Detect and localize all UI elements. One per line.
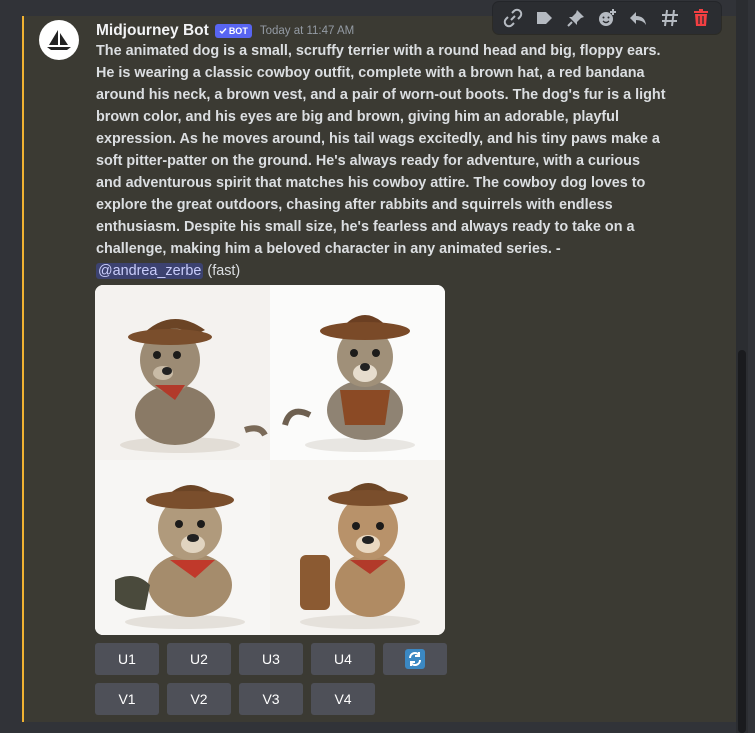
mention-line: @andrea_zerbe (fast) [96, 260, 696, 282]
timestamp[interactable]: Today at 11:47 AM [260, 25, 354, 37]
message-actions-toolbar [493, 2, 721, 34]
avatar[interactable] [39, 20, 79, 60]
bot-badge: BOT [214, 24, 252, 38]
tag-button[interactable] [533, 7, 555, 29]
delete-button[interactable] [690, 7, 712, 29]
delete-icon [694, 9, 709, 26]
message-header: Midjourney Bot BOT Today at 11:47 AM [96, 21, 354, 41]
speed-label: (fast) [207, 263, 241, 279]
variation-3-button[interactable]: V3 [239, 683, 303, 715]
verified-check-icon [219, 28, 227, 35]
pin-button[interactable] [565, 7, 587, 29]
content-line: He is wearing a classic cowboy outfit, c… [96, 65, 645, 81]
message-content: The animated dog is a small, scruffy ter… [96, 40, 696, 282]
upscale-3-button[interactable]: U3 [239, 643, 303, 675]
content-line: soft pitter-patter on the ground. He's a… [96, 153, 640, 169]
reply-icon [630, 12, 647, 25]
cowboy-dog-illustration [282, 315, 415, 452]
content-line: expression. As he moves around, his tail… [96, 131, 660, 147]
upscale-2-button[interactable]: U2 [167, 643, 231, 675]
image-variation-2 [270, 285, 445, 460]
image-variation-4 [270, 460, 445, 635]
user-mention[interactable]: @andrea_zerbe [96, 263, 204, 279]
tag-icon [537, 12, 553, 24]
sailboat-icon [47, 30, 71, 50]
reply-button[interactable] [627, 7, 649, 29]
content-line: brown color, and his eyes are big and br… [96, 109, 619, 125]
cowboy-dog-illustration [300, 483, 420, 629]
content-line: challenge, making him a beloved characte… [96, 241, 561, 257]
cowboy-dog-illustration [120, 319, 268, 453]
username[interactable]: Midjourney Bot [96, 22, 209, 40]
content-line: explore the great outdoors, chasing afte… [96, 197, 613, 213]
image-variation-3 [95, 460, 270, 635]
bot-badge-label: BOT [228, 26, 248, 36]
content-line: enthusiasm. Despite his small size, he's… [96, 219, 635, 235]
thread-icon [661, 9, 678, 27]
cowboy-dog-illustration [115, 485, 245, 629]
upscale-1-button[interactable]: U1 [95, 643, 159, 675]
link-icon [503, 8, 522, 28]
add-reaction-button[interactable] [596, 7, 618, 29]
reroll-button[interactable] [383, 643, 447, 675]
variation-1-button[interactable]: V1 [95, 683, 159, 715]
pin-icon [566, 10, 584, 27]
add-reaction-icon [598, 9, 616, 26]
scrollbar-thumb[interactable] [738, 350, 746, 733]
content-line: and adventurous spirit that matches his … [96, 175, 646, 191]
image-variation-1 [95, 285, 270, 460]
create-thread-button[interactable] [659, 7, 681, 29]
variation-4-button[interactable]: V4 [311, 683, 375, 715]
content-line: The animated dog is a small, scruffy ter… [96, 43, 661, 59]
generated-image-grid[interactable] [95, 285, 445, 635]
content-line: around his neck, a brown vest, and a pai… [96, 87, 666, 103]
variation-2-button[interactable]: V2 [167, 683, 231, 715]
copy-link-button[interactable] [502, 7, 524, 29]
upscale-4-button[interactable]: U4 [311, 643, 375, 675]
reroll-icon [405, 649, 425, 669]
